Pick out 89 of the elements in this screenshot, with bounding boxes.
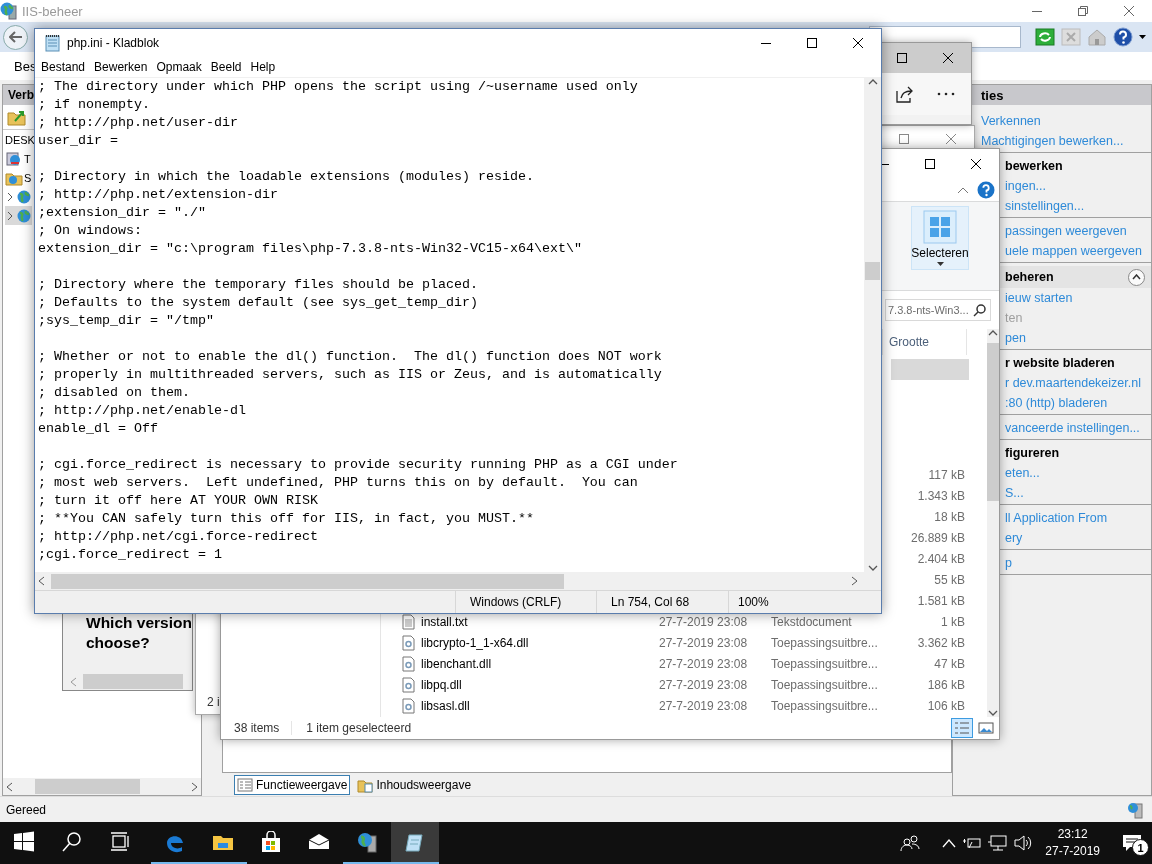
search-field[interactable]: 7.3.8-nts-Win3... — [885, 299, 991, 321]
file-size: 26.889 kB — [909, 530, 966, 545]
tree-item[interactable]: DESK — [5, 130, 35, 149]
action-link[interactable]: ery — [1005, 528, 1023, 548]
file-name: libcrypto-1_1-x64.dll — [421, 635, 529, 650]
file-row[interactable]: libpq.dll 27-7-2019 23:08 Toepassingsuitbre... 186 kB — [391, 674, 969, 695]
menu-item[interactable]: Beeld — [206, 60, 246, 74]
window-title: php.ini - Kladblok — [67, 36, 161, 50]
file-row[interactable]: libenchant.dll 27-7-2019 23:08 Toepassingsuitbre... 47 kB — [391, 653, 969, 674]
action-link[interactable]: S... — [1005, 483, 1024, 503]
file-size: 1 kB — [940, 614, 966, 629]
file-size: 186 kB — [926, 677, 966, 692]
file-name: libpq.dll — [421, 677, 462, 692]
status-text: Gereed — [6, 802, 47, 817]
file-size: 47 kB — [933, 656, 966, 671]
file-row[interactable]: 1.581 kB — [891, 590, 969, 611]
section-header: figureren — [1005, 445, 1060, 462]
action-link[interactable]: r dev.maartendekeizer.nl — [1005, 373, 1141, 393]
action-link[interactable]: sinstellingen... — [1005, 196, 1085, 216]
status-text: 1 item geselecteerd — [305, 721, 413, 735]
status-text: 2 i — [207, 694, 220, 709]
file-row[interactable]: 26.889 kB — [891, 527, 969, 548]
heading-text: choose? — [86, 633, 151, 653]
status-text: 100% — [737, 594, 770, 611]
status-text: 38 items — [234, 721, 293, 735]
action-link[interactable]: :80 (http) bladeren — [1005, 393, 1108, 413]
action-link[interactable]: eten... — [1005, 463, 1040, 483]
menu-item[interactable]: Bestand — [37, 60, 90, 74]
file-date: 27-7-2019 23:08 — [658, 635, 749, 650]
file-date: 27-7-2019 23:08 — [658, 614, 749, 629]
file-size: 55 kB — [933, 572, 966, 587]
action-link[interactable]: ll Application From — [1005, 508, 1108, 528]
notification-badge: 1 — [1132, 839, 1149, 856]
file-type: Toepassingsuitbre... — [771, 635, 879, 650]
file-size: 3.362 kB — [916, 635, 966, 650]
file-name: install.txt — [421, 614, 468, 629]
window-title: IIS-beheer — [22, 3, 84, 19]
file-type: Toepassingsuitbre... — [771, 677, 879, 692]
file-row[interactable]: libsasl.dll 27-7-2019 23:08 Toepassingsuitbre... 106 kB — [391, 695, 969, 716]
panel-header: ties — [981, 87, 1004, 103]
file-size: 18 kB — [933, 509, 966, 524]
clock[interactable]: 23:12 27-7-2019 — [1037, 826, 1108, 860]
file-row[interactable]: 117 kB — [891, 464, 969, 485]
file-type: Toepassingsuitbre... — [771, 656, 879, 671]
action-link[interactable]: Verkennen — [981, 111, 1041, 131]
menu-item[interactable]: Bewerken — [90, 60, 152, 74]
action-link[interactable]: Machtigingen bewerken... — [981, 131, 1124, 151]
section-header: bewerken — [1005, 158, 1063, 175]
file-date: 27-7-2019 23:08 — [658, 677, 749, 692]
action-link[interactable]: uele mappen weergeven — [1005, 241, 1142, 261]
file-date: 27-7-2019 23:08 — [658, 698, 749, 713]
action-link: ten — [1005, 310, 1023, 327]
status-text: Windows (CRLF) — [456, 591, 597, 613]
section-header: r website bladeren — [1005, 355, 1115, 372]
action-link[interactable]: passingen weergeven — [1005, 221, 1127, 241]
action-link[interactable]: vanceerde instellingen... — [1005, 418, 1140, 438]
file-size: 106 kB — [926, 698, 966, 713]
file-row[interactable]: 18 kB — [891, 506, 969, 527]
file-row[interactable]: 2.404 kB — [891, 548, 969, 569]
action-link[interactable]: ingen... — [1005, 176, 1046, 196]
status-text: Ln 754, Col 68 — [597, 591, 729, 613]
panel-header: Verb — [8, 88, 34, 102]
view-tab[interactable]: Functieweergave — [234, 775, 351, 795]
text-editor[interactable]: ; The directory under which PHP opens the script using /~username used only ; if nonempty. ; http://php.net/user-dir user_dir = ; Directory in which the loadable extensions (modules) reside. ; http://php.net/extension-dir ;extension_dir = "./" ; On windows: extension_dir = "c:\program files\php-7.3.8-nts-Win32-VC15-x64\ext\" ; Directory where the temporary files should be placed. ; Defaults to the system default (see sys_get_temp_dir) ;sys_temp_dir = "/tmp" ; Whether or not to enable the dl() function. The dl() function does NOT work ; properly in multithreaded servers, such as IIS or Zeus, and is automatically ; disabled on them. ; http://php.net/enable-dl enable_dl = Off ; cgi.force_redirect is necessary to provide security running PHP as a CGI under ; most web servers. Left undefined, PHP turns this on by default. You can ; turn it off here AT YOUR OWN RISK ; **You CAN safely turn this off for IIS, in fact, you MUST.** ; http://php.net/cgi.force-redirect ;cgi.force_redirect = 1 — [35, 78, 864, 572]
heading-text: Which version — [86, 613, 192, 633]
action-link[interactable]: ieuw starten — [1005, 288, 1073, 308]
file-size: 1.343 kB — [916, 488, 966, 503]
select-button[interactable]: Selecteren — [911, 206, 969, 270]
file-size: 2.404 kB — [916, 551, 966, 566]
tree-item[interactable]: T — [5, 149, 31, 168]
menu-item[interactable]: Help — [246, 60, 280, 74]
file-size: 117 kB — [927, 467, 966, 482]
action-link[interactable]: pen — [1005, 328, 1026, 348]
file-date: 27-7-2019 23:08 — [658, 656, 749, 671]
file-row[interactable]: libcrypto-1_1-x64.dll 27-7-2019 23:08 Toepassingsuitbre... 3.362 kB — [391, 632, 969, 653]
section-header: beheren — [1005, 269, 1054, 286]
file-type: Tekstdocument — [771, 614, 853, 629]
file-type: Toepassingsuitbre... — [771, 698, 879, 713]
file-row[interactable]: install.txt 27-7-2019 23:08 Tekstdocument 1 kB — [391, 611, 969, 632]
action-link[interactable]: p — [1005, 553, 1012, 573]
notifications-button[interactable]: 1 — [1112, 822, 1152, 864]
file-row[interactable]: 1.343 kB — [891, 485, 969, 506]
view-tab[interactable]: Inhoudsweergave — [354, 775, 475, 795]
file-name: libenchant.dll — [421, 656, 492, 671]
file-name: libsasl.dll — [421, 698, 470, 713]
file-row[interactable]: 55 kB — [891, 569, 969, 590]
file-size: 1.581 kB — [916, 593, 966, 608]
tree-item[interactable]: S — [5, 168, 32, 187]
menu-item[interactable]: Opmaak — [152, 60, 206, 74]
